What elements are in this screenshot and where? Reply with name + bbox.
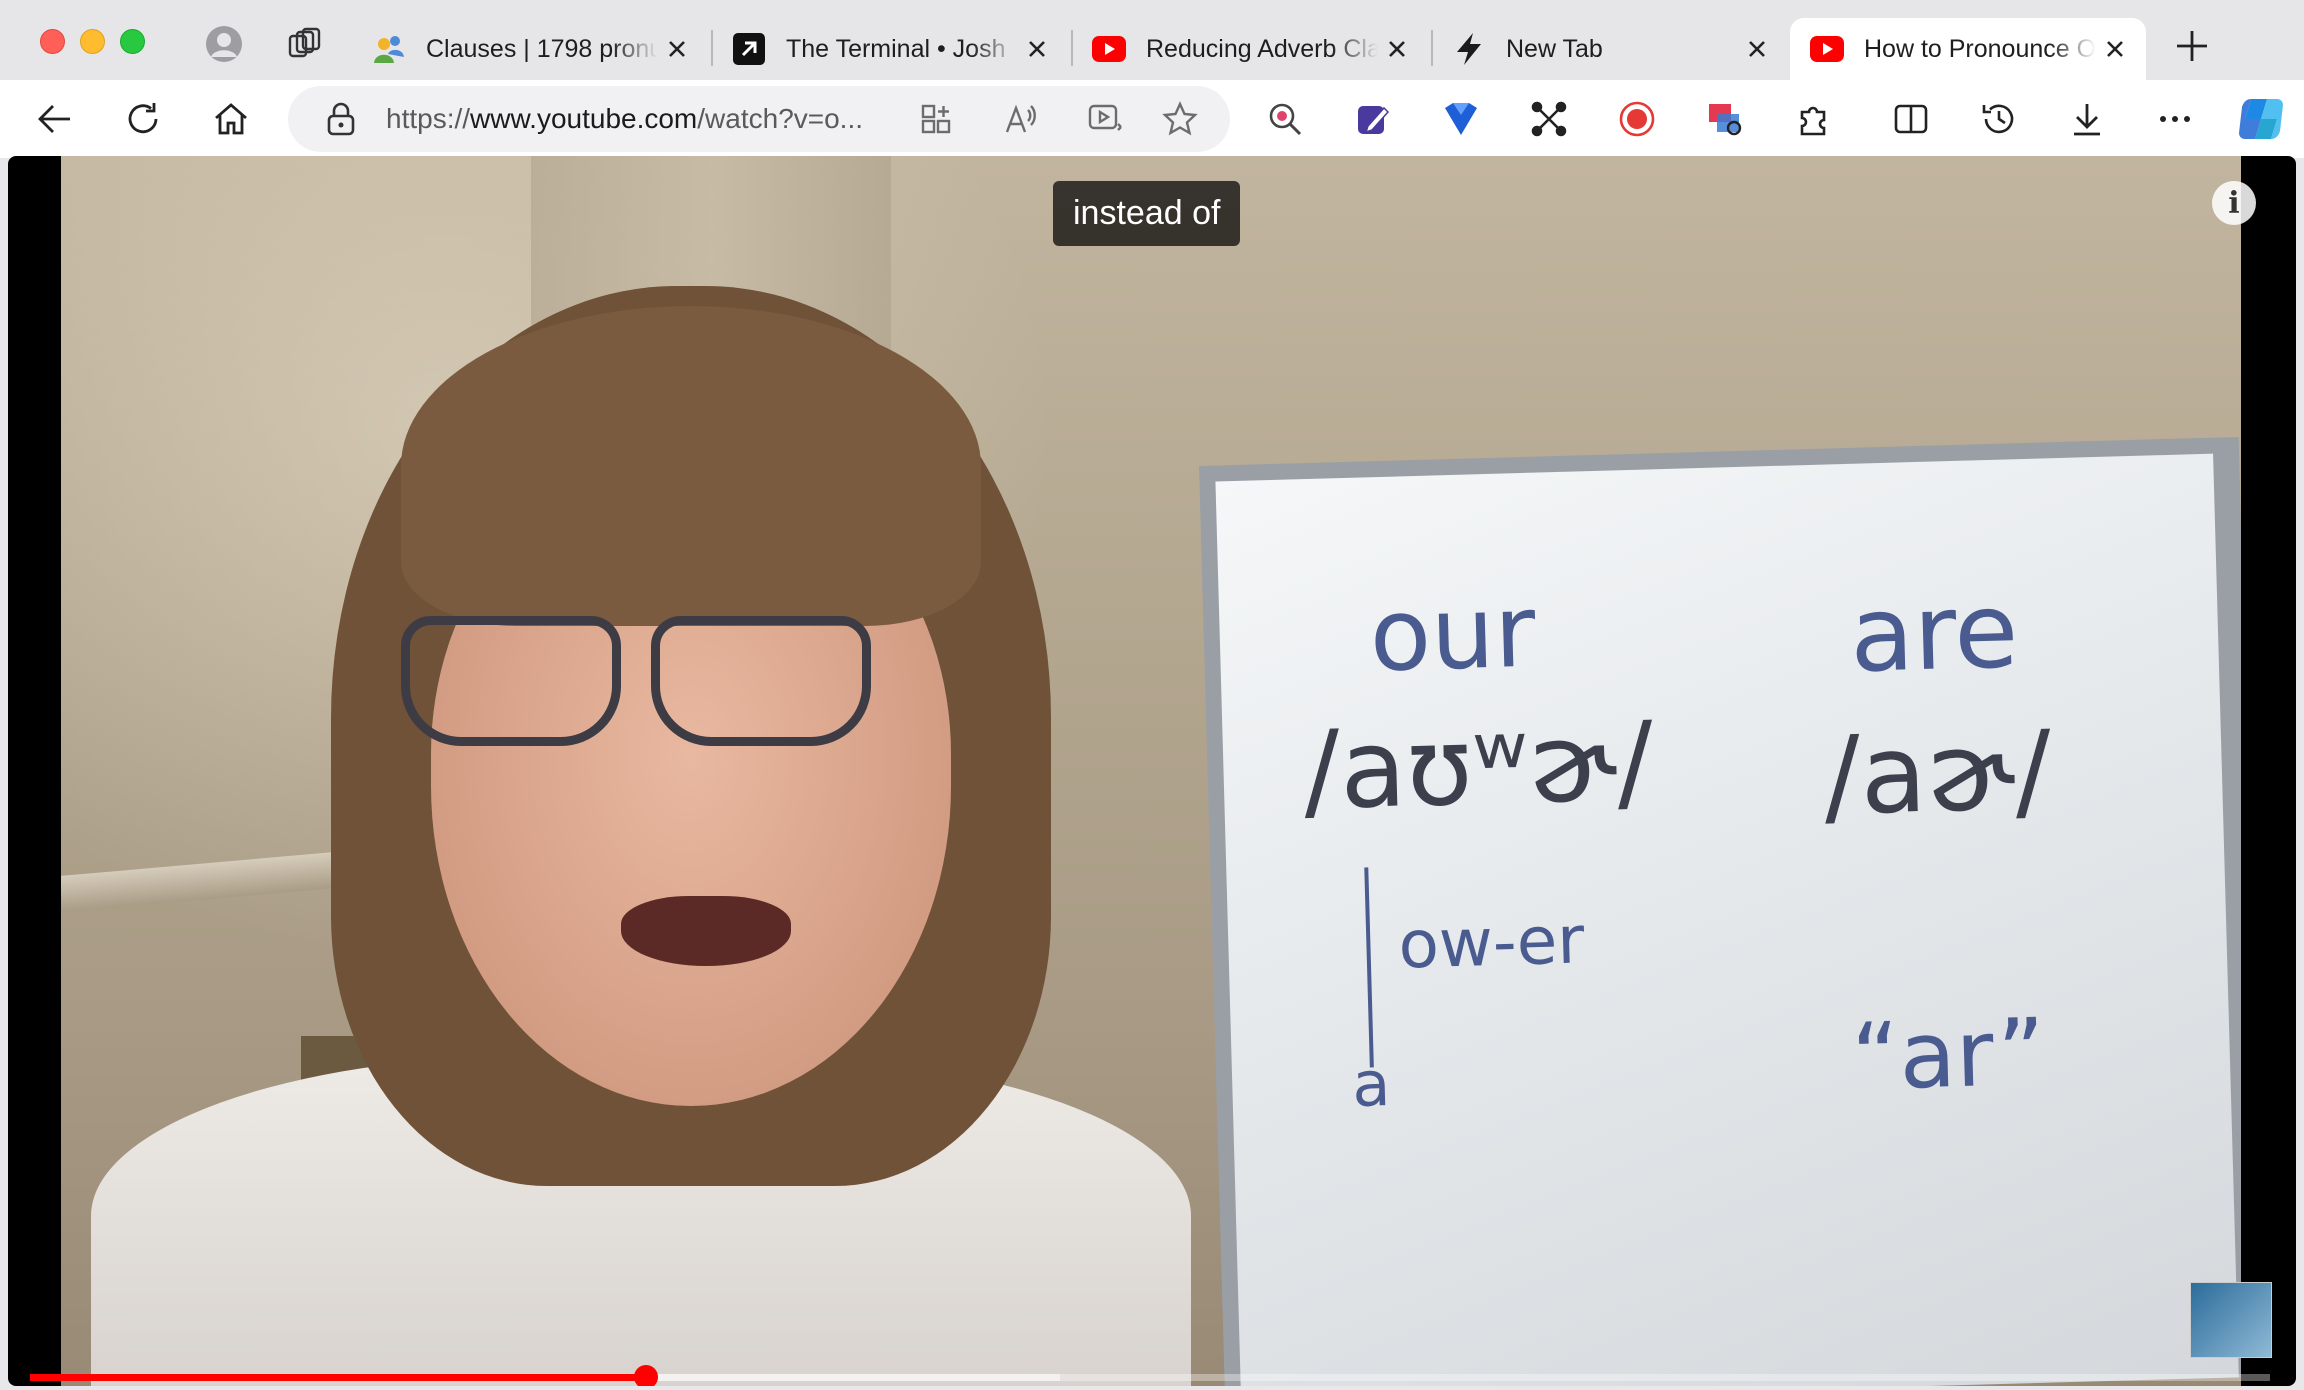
url-host: www.youtube.com (470, 103, 698, 134)
minimize-window-button[interactable] (80, 29, 105, 54)
url-scheme: https:// (386, 103, 471, 134)
profile-avatar-icon[interactable] (204, 24, 244, 64)
translate-extension-icon[interactable] (1704, 98, 1746, 140)
whiteboard-ipa-are: /aɚ/ (1822, 708, 2054, 840)
record-extension-icon[interactable] (1616, 98, 1658, 140)
youtube-icon (1810, 32, 1844, 66)
tab-title: How to Pronounce Our (1864, 34, 2096, 63)
video-player[interactable]: our /aʊʷɚ/ ow-er a are /aɚ/ “ar” instead… (8, 156, 2296, 1386)
tab-reducing-adverb[interactable]: Reducing Adverb Clauses (1072, 18, 1428, 80)
tab-how-to-pronounce[interactable]: How to Pronounce Our (1790, 18, 2146, 80)
close-tab-icon[interactable] (1024, 36, 1050, 62)
video-person-mouth (621, 896, 791, 966)
tab-title: Clauses | 1798 pronunciations (426, 34, 658, 63)
people-icon (372, 32, 406, 66)
url-text[interactable]: https://www.youtube.com/watch?v=o... (386, 103, 863, 135)
whiteboard-alt-ow-er: ow-er (1397, 901, 1586, 984)
zoom-window-button[interactable] (120, 29, 145, 54)
whiteboard-bracket-line (1364, 867, 1374, 1068)
tab-strip: Clauses | 1798 pronunciations The Termin… (0, 0, 2304, 80)
close-tab-icon[interactable] (1744, 36, 1770, 62)
refresh-icon[interactable] (122, 98, 164, 140)
tab-terminal[interactable]: The Terminal • Josh (712, 18, 1068, 80)
more-options-icon[interactable] (2154, 98, 2196, 140)
close-tab-icon[interactable] (2102, 36, 2128, 62)
tab-clauses[interactable]: Clauses | 1798 pronunciations (352, 18, 708, 80)
home-icon[interactable] (210, 98, 252, 140)
browser-toolbar: https://www.youtube.com/watch?v=o... (0, 80, 2304, 216)
tab-new-tab[interactable]: New Tab (1432, 18, 1788, 80)
close-tab-icon[interactable] (664, 36, 690, 62)
address-bar[interactable]: https://www.youtube.com/watch?v=o... (288, 86, 1230, 152)
video-progress-bar[interactable] (30, 1374, 2270, 1381)
bolt-icon (1452, 32, 1486, 66)
close-tab-icon[interactable] (1384, 36, 1410, 62)
close-window-button[interactable] (40, 29, 65, 54)
extensions-puzzle-icon[interactable] (1792, 98, 1834, 140)
copilot-icon[interactable] (2236, 94, 2286, 144)
downloads-icon[interactable] (2066, 98, 2108, 140)
lock-icon[interactable] (326, 102, 356, 136)
history-icon[interactable] (1978, 98, 2020, 140)
info-icon[interactable]: i (2212, 181, 2256, 225)
split-screen-icon[interactable] (1890, 98, 1932, 140)
whiteboard-word-our: our (1368, 572, 1538, 695)
gem-extension-icon[interactable] (1440, 98, 1482, 140)
video-played-bar (30, 1374, 646, 1381)
notes-extension-icon[interactable] (1352, 98, 1394, 140)
whiteboard: our /aʊʷɚ/ ow-er a are /aɚ/ “ar” (1199, 436, 2241, 1386)
video-assist-icon[interactable] (1088, 102, 1124, 136)
video-scrubber-handle[interactable] (634, 1365, 658, 1386)
video-frame[interactable]: our /aʊʷɚ/ ow-er a are /aɚ/ “ar” (61, 156, 2241, 1386)
search-lens-extension-icon[interactable] (1264, 98, 1306, 140)
whiteboard-alt-ar: “ar” (1850, 998, 2047, 1111)
whiteboard-word-are: are (1848, 569, 2020, 696)
whiteboard-ipa-our: /aʊʷɚ/ (1301, 699, 1655, 835)
video-person-glasses-right (651, 616, 871, 746)
new-tab-icon[interactable] (2172, 26, 2212, 66)
video-person-glasses-left (401, 616, 621, 746)
read-aloud-icon[interactable] (1004, 102, 1038, 136)
favorite-star-icon[interactable] (1162, 101, 1198, 137)
whiteboard-alt-a: a (1351, 1046, 1392, 1121)
terminal-arrow-icon (732, 32, 766, 66)
video-caption: instead of (1053, 181, 1241, 246)
app-available-icon[interactable] (920, 103, 952, 135)
channel-watermark[interactable] (2190, 1282, 2272, 1358)
workspaces-icon[interactable] (284, 24, 324, 64)
back-icon[interactable] (34, 98, 76, 140)
whiteboard-surface: our /aʊʷɚ/ ow-er a are /aɚ/ “ar” (1215, 453, 2239, 1386)
url-path: /watch?v=o... (697, 103, 864, 134)
graph-extension-icon[interactable] (1528, 98, 1570, 140)
tab-title: New Tab (1506, 34, 1603, 63)
video-person-bangs (401, 306, 981, 626)
youtube-icon (1092, 32, 1126, 66)
tab-title: Reducing Adverb Clauses (1146, 34, 1378, 63)
tab-title: The Terminal • Josh (786, 34, 1006, 63)
